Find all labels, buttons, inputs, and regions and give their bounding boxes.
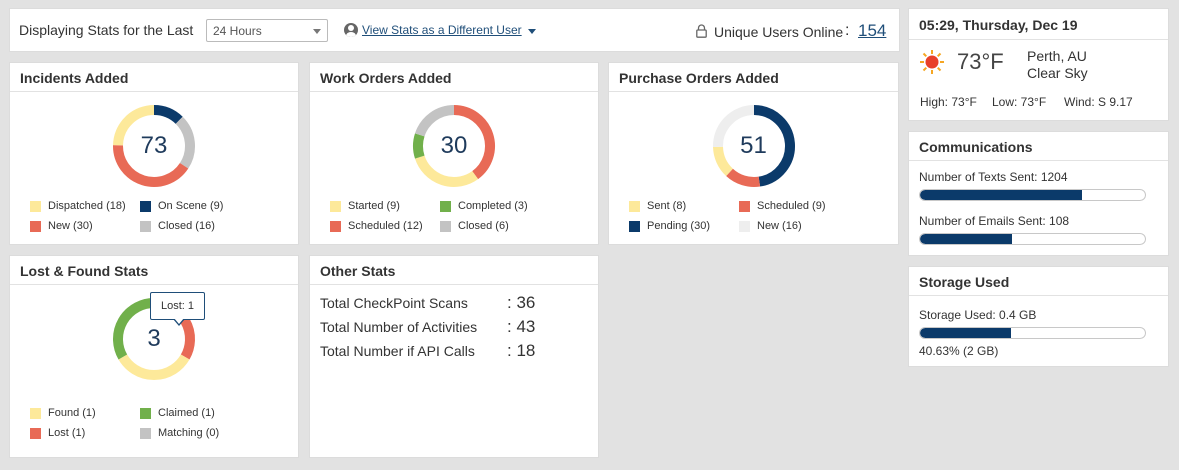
- purchase-orders-total: 51: [740, 132, 767, 159]
- legend-label: Closed (16): [158, 220, 215, 232]
- weather-high: High: 73°F: [920, 95, 977, 109]
- lost-found-total: 3: [147, 325, 161, 352]
- work-orders-total: 30: [440, 132, 468, 159]
- emails-sent-fill: [920, 234, 1013, 244]
- legend-swatch: [30, 221, 41, 232]
- stat-label: Total Number if API Calls: [320, 343, 475, 359]
- storage-progress: [919, 327, 1146, 339]
- storage-title: Storage Used: [909, 267, 1168, 296]
- storage-fill: [920, 328, 1012, 338]
- time-range-select[interactable]: 24 Hours: [206, 19, 328, 42]
- storage-card: Storage Used Storage Used: 0.4 GB 40.63%…: [908, 266, 1169, 367]
- view-as-different-user-link[interactable]: View Stats as a Different User: [362, 23, 522, 37]
- legend-label: Matching (0): [158, 427, 220, 439]
- lost-found-title: Lost & Found Stats: [10, 256, 298, 285]
- legend-swatch: [30, 428, 41, 439]
- emails-sent-progress: [919, 233, 1146, 245]
- storage-used-label: Storage Used: 0.4 GB: [919, 308, 1037, 322]
- legend-label: Lost (1): [48, 427, 86, 439]
- incidents-title: Incidents Added: [10, 63, 298, 92]
- legend-swatch: [629, 201, 640, 212]
- legend-swatch: [140, 221, 151, 232]
- other-stats-card: Other Stats Total CheckPoint Scans : 36 …: [309, 255, 599, 458]
- stat-label: Total CheckPoint Scans: [320, 295, 468, 311]
- donut-segment[interactable]: [725, 168, 760, 187]
- purchase-orders-card: Purchase Orders Added 51 Sent (8) Schedul…: [608, 62, 899, 245]
- donut-segment[interactable]: [153, 105, 183, 125]
- legend-swatch: [30, 408, 41, 419]
- temperature: 73°F: [957, 49, 1004, 74]
- chart-tooltip: Lost: 1: [150, 292, 205, 326]
- other-stats-title: Other Stats: [310, 256, 598, 285]
- legend-swatch: [739, 221, 750, 232]
- legend-label: New (30): [48, 220, 93, 232]
- weather-card: 05:29, Thursday, Dec 19 73°F Perth, AU C…: [908, 8, 1169, 121]
- unique-users-label: Unique Users Online: [714, 24, 844, 40]
- weather-low: Low: 73°F: [992, 95, 1047, 109]
- legend-label: Found (1): [48, 407, 96, 419]
- legend-swatch: [330, 221, 341, 232]
- legend-label: Scheduled (9): [757, 200, 826, 212]
- storage-percent-label: 40.63% (2 GB): [919, 344, 999, 358]
- weather-datetime: 05:29, Thursday, Dec 19: [909, 9, 1168, 40]
- lock-icon: [696, 24, 707, 38]
- communications-card: Communications Number of Texts Sent: 120…: [908, 131, 1169, 256]
- legend-label: New (16): [757, 220, 802, 232]
- tooltip-text: Lost: 1: [160, 300, 195, 312]
- unique-users-count[interactable]: 154: [858, 21, 886, 41]
- legend-label: Dispatched (18): [48, 200, 126, 212]
- work-orders-card: Work Orders Added 30 Started (9) Complete…: [309, 62, 599, 245]
- weather-wind: Wind: S 9.17: [1064, 95, 1133, 109]
- incidents-total: 73: [140, 132, 168, 159]
- legend-swatch: [440, 221, 451, 232]
- lost-found-card: Lost & Found Stats 3 Lost: 1 Found (1) Cl…: [9, 255, 299, 458]
- texts-sent-fill: [920, 190, 1082, 200]
- stat-value: : 43: [507, 317, 536, 336]
- stat-value: : 18: [507, 341, 536, 360]
- time-range-value: 24 Hours: [213, 24, 262, 38]
- legend-label: Completed (3): [458, 200, 528, 212]
- emails-sent-label: Number of Emails Sent: 108: [919, 214, 1070, 228]
- caret-down-icon[interactable]: [528, 29, 536, 34]
- legend-label: Started (9): [348, 200, 400, 212]
- texts-sent-progress: [919, 189, 1146, 201]
- stat-value: : 36: [507, 293, 536, 312]
- chevron-down-icon: [313, 29, 321, 34]
- range-label: Displaying Stats for the Last: [19, 22, 194, 38]
- legend-swatch: [140, 408, 151, 419]
- sun-icon: [920, 50, 944, 74]
- stats-header-bar: Displaying Stats for the Last 24 Hours V…: [9, 8, 900, 52]
- communications-title: Communications: [909, 132, 1168, 161]
- legend-swatch: [30, 201, 41, 212]
- donut-segment[interactable]: [415, 155, 479, 187]
- incidents-donut: 73: [10, 93, 298, 193]
- legend-swatch: [440, 201, 451, 212]
- legend-swatch: [629, 221, 640, 232]
- legend-label: On Scene (9): [158, 200, 224, 212]
- user-circle-icon: [344, 23, 358, 37]
- legend-label: Scheduled (12): [348, 220, 423, 232]
- legend-swatch: [140, 428, 151, 439]
- legend-label: Pending (30): [647, 220, 710, 232]
- work-orders-title: Work Orders Added: [310, 63, 598, 92]
- legend-swatch: [140, 201, 151, 212]
- legend-label: Claimed (1): [158, 407, 215, 419]
- legend-swatch: [330, 201, 341, 212]
- donut-segment[interactable]: [118, 354, 190, 380]
- purchase-orders-donut: 51: [609, 93, 898, 193]
- unique-users-colon: :: [845, 22, 850, 39]
- texts-sent-label: Number of Texts Sent: 1204: [919, 170, 1068, 184]
- purchase-orders-title: Purchase Orders Added: [609, 63, 898, 92]
- work-orders-donut: 30: [310, 93, 598, 193]
- weather-city: Perth, AU: [1027, 48, 1087, 64]
- weather-condition: Clear Sky: [1027, 65, 1088, 81]
- legend-label: Sent (8): [647, 200, 687, 212]
- stat-label: Total Number of Activities: [320, 319, 478, 335]
- incidents-card: Incidents Added 73 Dispatched (18) On Sce…: [9, 62, 299, 245]
- legend-label: Closed (6): [458, 220, 509, 232]
- legend-swatch: [739, 201, 750, 212]
